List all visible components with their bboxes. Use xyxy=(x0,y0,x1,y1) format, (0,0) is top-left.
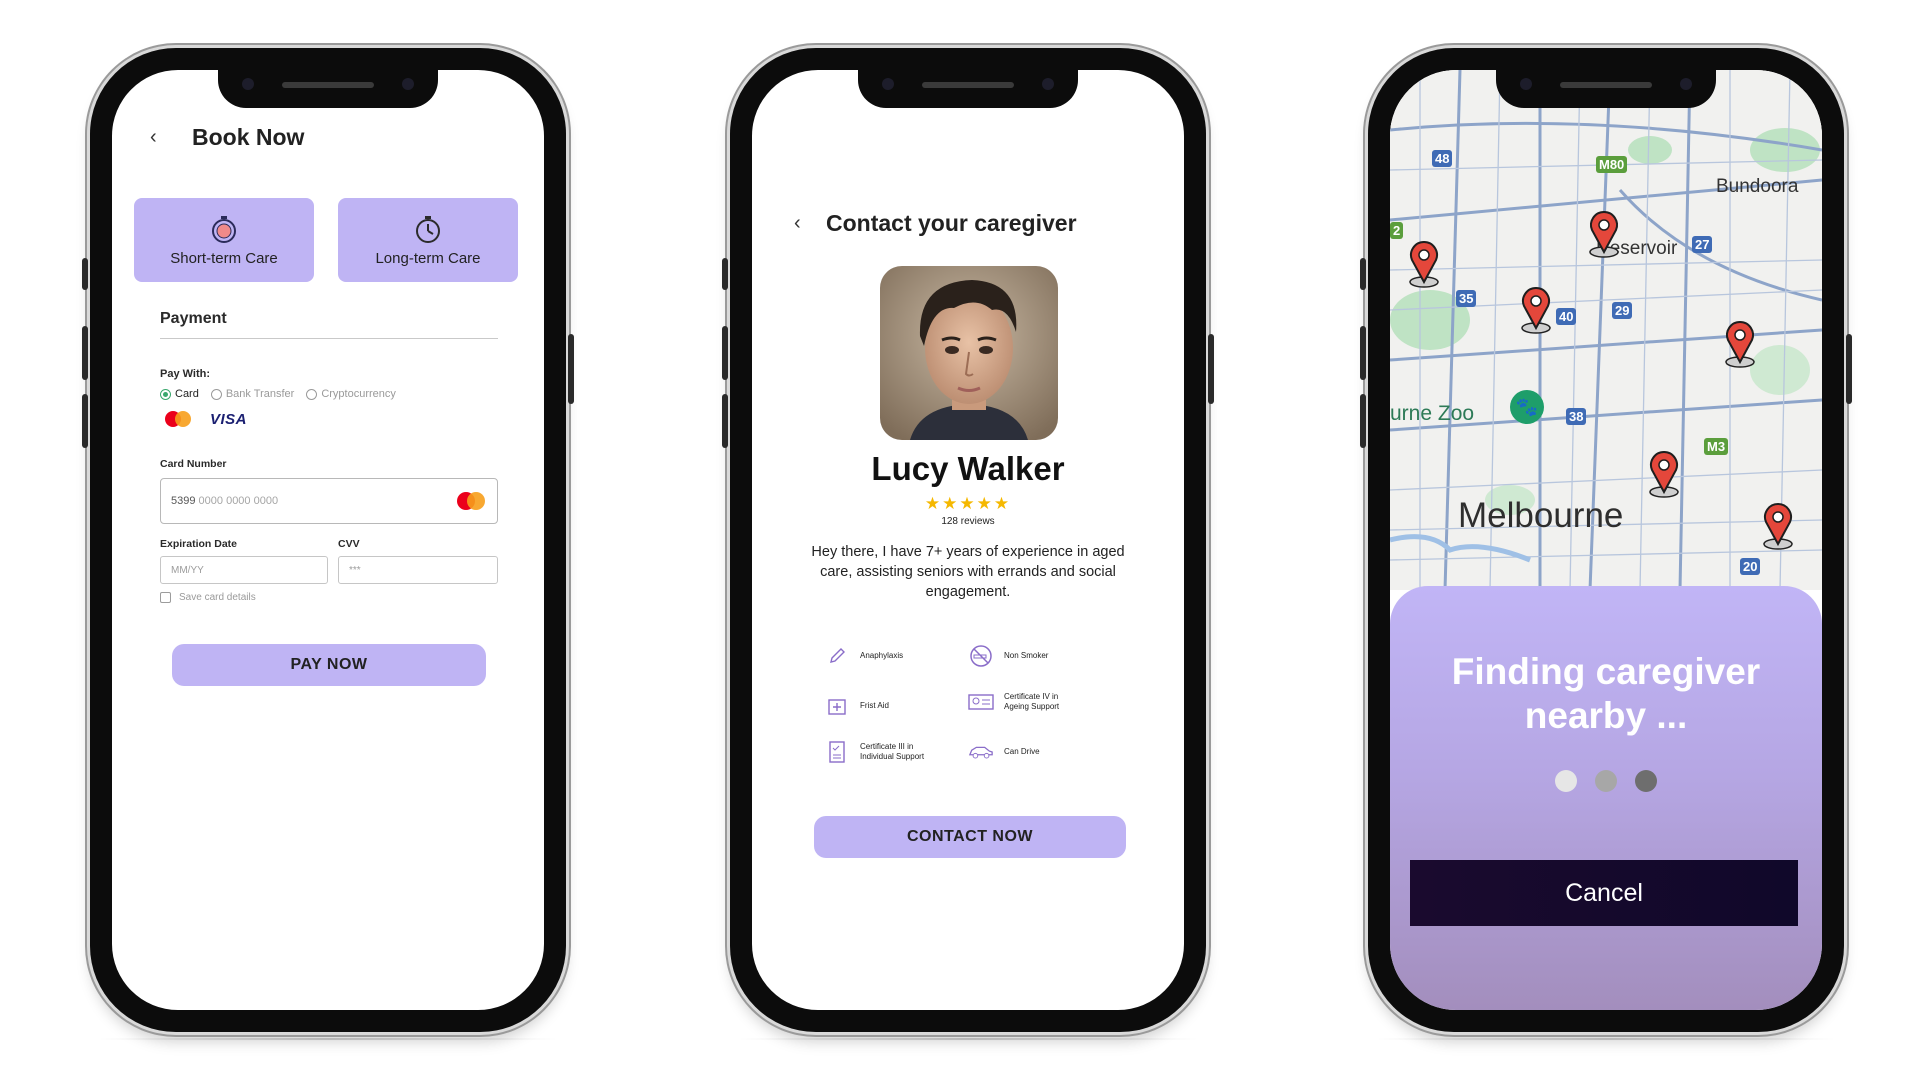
pay-with-label: Pay With: xyxy=(160,368,211,380)
loading-dots xyxy=(1390,770,1822,792)
radio-card[interactable]: Card xyxy=(160,388,199,400)
avatar xyxy=(880,266,1058,440)
contact-now-button[interactable]: CONTACT NOW xyxy=(814,816,1126,858)
attribute-can-drive: Can Drive xyxy=(968,740,1040,764)
id-card-icon xyxy=(968,690,994,714)
paw-icon[interactable]: 🐾 xyxy=(1510,390,1544,424)
checkbox[interactable] xyxy=(160,592,171,603)
save-card-label: Save card details xyxy=(179,592,256,603)
screen: ‹ Contact your caregiver Lucy Walker ★★★… xyxy=(752,70,1184,1010)
road-badge: 48 xyxy=(1432,150,1453,167)
road-badge: 40 xyxy=(1556,308,1577,325)
stopwatch-icon xyxy=(212,215,236,243)
save-card-checkbox[interactable]: Save card details xyxy=(160,592,256,603)
payment-method-radios: Card Bank Transfer Cryptocurrency xyxy=(160,388,396,400)
pen-icon xyxy=(824,644,850,668)
notch xyxy=(218,70,438,108)
notch xyxy=(858,70,1078,108)
radio-bank-transfer[interactable]: Bank Transfer xyxy=(210,388,294,400)
pay-now-button[interactable]: PAY NOW xyxy=(172,644,486,686)
no-smoking-icon xyxy=(968,644,994,668)
card-brands: VISA xyxy=(164,410,247,428)
loading-dot xyxy=(1635,770,1657,792)
timer-icon xyxy=(416,215,440,243)
chevron-left-icon[interactable]: ‹ xyxy=(794,212,801,235)
road-badge: 27 xyxy=(1692,236,1713,253)
option-label: Long-term Care xyxy=(375,249,481,267)
divider xyxy=(160,338,498,339)
location-pin-icon[interactable] xyxy=(1722,320,1758,368)
payment-title: Payment xyxy=(160,310,227,327)
card-number-label: Card Number xyxy=(160,458,227,470)
screen: Bundoora Reservoir urne Zoo Melbourne 🐾 … xyxy=(1390,70,1822,1010)
location-pin-icon[interactable] xyxy=(1586,210,1622,258)
first-aid-icon xyxy=(824,694,850,718)
cvv-input[interactable]: *** xyxy=(338,556,498,584)
chevron-left-icon[interactable]: ‹ xyxy=(150,126,157,149)
attribute-non-smoker: Non Smoker xyxy=(968,644,1048,668)
attribute-cert-iv: Certificate IV in Ageing Support xyxy=(968,690,1074,714)
finding-message: Finding caregiver nearby ... xyxy=(1451,651,1761,736)
cancel-button[interactable]: Cancel xyxy=(1410,860,1798,926)
card-number-input[interactable]: 5399 0000 0000 0000 xyxy=(160,478,498,524)
location-pin-icon[interactable] xyxy=(1518,286,1554,334)
short-term-care-button[interactable]: Short-term Care xyxy=(134,198,314,282)
page-title: Book Now xyxy=(192,124,305,150)
attribute-anaphylaxis: Anaphylaxis xyxy=(824,644,903,668)
mastercard-icon xyxy=(457,492,485,510)
loading-dot xyxy=(1555,770,1577,792)
mastercard-icon xyxy=(165,411,191,427)
car-icon xyxy=(968,740,994,764)
location-pin-icon[interactable] xyxy=(1406,240,1442,288)
notch xyxy=(1496,70,1716,108)
map[interactable]: Bundoora Reservoir urne Zoo Melbourne 🐾 … xyxy=(1390,70,1822,591)
road-badge: 35 xyxy=(1456,290,1477,307)
expiration-input[interactable]: MM/YY xyxy=(160,556,328,584)
road-badge: M3 xyxy=(1704,438,1729,455)
loading-dot xyxy=(1595,770,1617,792)
caregiver-bio: Hey there, I have 7+ years of experience… xyxy=(811,544,1125,600)
map-label-zoo: urne Zoo xyxy=(1390,402,1475,425)
star-rating-icon: ★★★★★ xyxy=(924,494,1012,513)
road-badge: M80 xyxy=(1596,156,1628,173)
radio-cryptocurrency[interactable]: Cryptocurrency xyxy=(306,388,396,400)
visa-logo: VISA xyxy=(210,410,248,428)
checklist-icon xyxy=(824,740,850,764)
expiration-label: Expiration Date xyxy=(160,538,238,550)
attribute-cert-iii: Certificate III in Individual Support xyxy=(824,740,940,764)
map-label-melbourne: Melbourne xyxy=(1458,496,1624,535)
road-badge: 20 xyxy=(1740,558,1761,575)
caregiver-name: Lucy Walker xyxy=(871,450,1065,487)
road-badge: 29 xyxy=(1612,302,1633,319)
road-badge: 38 xyxy=(1566,408,1587,425)
page-title: Contact your caregiver xyxy=(826,210,1077,236)
option-label: Short-term Care xyxy=(170,249,278,267)
screen: ‹ Book Now Short-term Care Long-term Car… xyxy=(112,70,544,1010)
review-count: 128 reviews xyxy=(941,516,995,527)
road-badge: 2 xyxy=(1390,222,1404,239)
phone-finding-caregiver: Bundoora Reservoir urne Zoo Melbourne 🐾 … xyxy=(1360,48,1852,1032)
map-label-bundoora: Bundoora xyxy=(1716,176,1799,197)
phone-contact-caregiver: ‹ Contact your caregiver Lucy Walker ★★★… xyxy=(722,48,1214,1032)
location-pin-icon[interactable] xyxy=(1646,450,1682,498)
cvv-label: CVV xyxy=(338,538,360,550)
location-pin-icon[interactable] xyxy=(1760,502,1796,550)
search-sheet: Finding caregiver nearby ... Cancel xyxy=(1390,586,1822,1010)
phone-book-now: ‹ Book Now Short-term Care Long-term Car… xyxy=(82,48,574,1032)
attribute-first-aid: Frist Aid xyxy=(824,694,889,718)
long-term-care-button[interactable]: Long-term Care xyxy=(338,198,518,282)
